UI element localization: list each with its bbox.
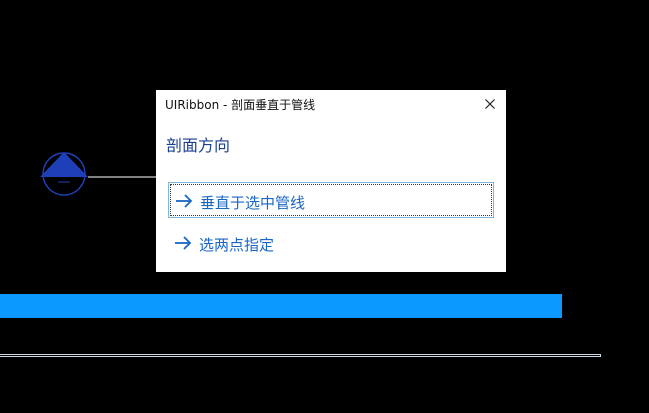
option-two-points[interactable]: 选两点指定	[168, 225, 494, 261]
close-button[interactable]	[478, 92, 502, 116]
arrow-right-icon	[175, 193, 193, 209]
option-label: 选两点指定	[199, 236, 275, 254]
dialog-title: UIRibbon - 剖面垂直于管线	[165, 98, 316, 112]
pipe-line[interactable]	[0, 354, 601, 357]
option-label: 垂直于选中管线	[200, 194, 306, 212]
arrow-right-icon	[174, 235, 192, 251]
selected-pipe[interactable]	[0, 294, 562, 318]
dialog-title-bar[interactable]: UIRibbon - 剖面垂直于管线	[156, 90, 506, 118]
section-direction-dialog: UIRibbon - 剖面垂直于管线 剖面方向 垂直于选中管线 选两点指定	[156, 90, 506, 272]
close-icon	[485, 99, 495, 109]
section-heading: 剖面方向	[166, 136, 231, 155]
option-perpendicular-to-pipe[interactable]: 垂直于选中管线	[168, 182, 494, 218]
